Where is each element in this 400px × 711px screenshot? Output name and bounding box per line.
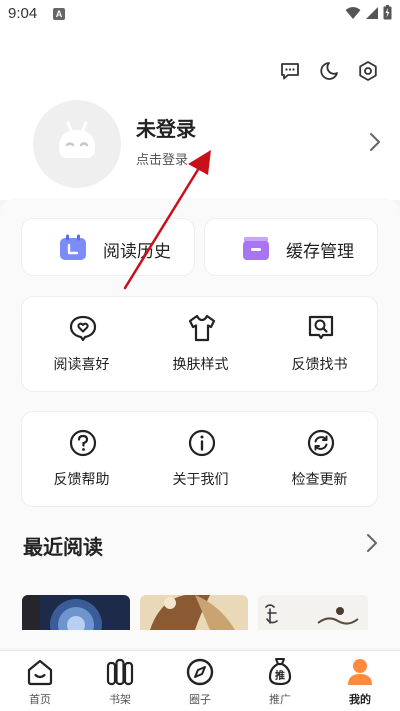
bookshelf-icon (106, 658, 134, 686)
find-book-label: 反馈找书 (291, 357, 348, 373)
refresh-icon (307, 429, 335, 457)
annotation-arrow (123, 150, 211, 290)
status-indicators (345, 5, 392, 20)
about-us-item[interactable]: 关于我们 (141, 412, 260, 508)
theme-style-label: 换肤样式 (172, 357, 229, 373)
avatar[interactable] (33, 100, 121, 188)
feedback-help-label: 反馈帮助 (53, 472, 110, 488)
compass-icon (186, 658, 214, 686)
nav-promote[interactable]: 推 推广 (240, 651, 320, 711)
nav-circle[interactable]: 圈子 (160, 651, 240, 711)
wifi-icon (345, 6, 361, 19)
about-us-label: 关于我们 (172, 472, 229, 488)
nav-promote-label: 推广 (269, 693, 291, 706)
cache-management-label: 缓存管理 (286, 242, 354, 262)
user-icon (348, 659, 372, 685)
robot-avatar-icon (59, 121, 95, 158)
support-card: 反馈帮助 关于我们 检查更新 (21, 411, 378, 507)
promote-bag-icon: 推 (268, 658, 292, 686)
heart-chat-icon (69, 315, 97, 342)
signal-icon (366, 6, 378, 19)
cache-management-button[interactable]: 缓存管理 (204, 218, 378, 276)
reading-preference-item[interactable]: 阅读喜好 (22, 297, 141, 393)
book-cover-image (22, 595, 130, 630)
reading-preference-label: 阅读喜好 (53, 357, 110, 373)
nav-bookshelf-label: 书架 (109, 693, 131, 706)
book-cover-image (140, 595, 248, 630)
shirt-icon (188, 314, 216, 342)
nav-circle-label: 圈子 (189, 693, 211, 706)
theme-style-item[interactable]: 换肤样式 (141, 297, 260, 393)
notification-icon: A (53, 8, 65, 20)
moon-icon[interactable] (318, 60, 340, 82)
nav-mine-label: 我的 (349, 693, 371, 706)
check-update-label: 检查更新 (291, 472, 348, 488)
recent-book-cover-1[interactable] (22, 595, 130, 630)
home-icon (27, 659, 53, 686)
info-icon (188, 429, 216, 457)
features-card: 阅读喜好 换肤样式 反馈找书 (21, 296, 378, 392)
check-update-item[interactable]: 检查更新 (260, 412, 379, 508)
status-bar: 9:04 A (0, 0, 400, 30)
recent-more-chevron-icon[interactable] (364, 533, 380, 553)
recent-book-cover-3[interactable] (258, 595, 368, 630)
recent-reading-title: 最近阅读 (23, 535, 103, 559)
find-book-item[interactable]: 反馈找书 (260, 297, 379, 393)
feedback-help-item[interactable]: 反馈帮助 (22, 412, 141, 508)
user-name[interactable]: 未登录 (136, 113, 196, 142)
chevron-right-icon[interactable] (366, 131, 384, 153)
nav-mine[interactable]: 我的 (320, 651, 400, 711)
nav-home[interactable]: 首页 (0, 651, 80, 711)
folder-icon (243, 237, 269, 260)
book-cover-image (258, 595, 368, 630)
calendar-icon (60, 234, 86, 260)
search-doc-icon (308, 315, 334, 340)
settings-icon[interactable] (357, 60, 379, 82)
bottom-nav: 首页 书架 圈子 推 推广 我的 (0, 650, 400, 711)
recent-book-cover-2[interactable] (140, 595, 248, 630)
nav-bookshelf[interactable]: 书架 (80, 651, 160, 711)
promote-badge-text: 推 (275, 669, 285, 682)
status-time: 9:04 (8, 5, 38, 22)
message-icon[interactable] (279, 60, 301, 82)
nav-home-label: 首页 (29, 693, 51, 706)
battery-icon (383, 5, 392, 20)
help-icon (69, 429, 97, 457)
